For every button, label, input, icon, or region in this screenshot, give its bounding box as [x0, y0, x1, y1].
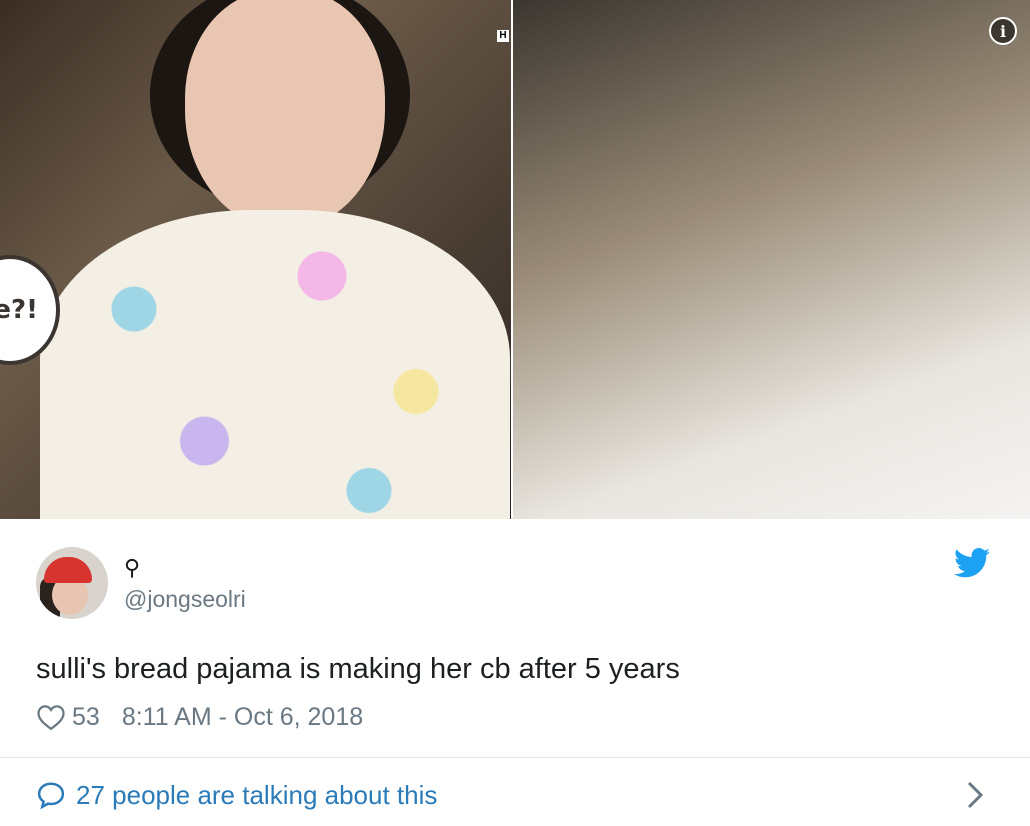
tweet-timestamp[interactable]: 8:11 AM - Oct 6, 2018	[122, 703, 363, 732]
speech-bubble-text: e?!	[0, 295, 38, 325]
tweet-meta: 53 8:11 AM - Oct 6, 2018	[36, 700, 363, 734]
heart-icon[interactable]	[36, 703, 66, 731]
like-count[interactable]: 53	[72, 703, 100, 732]
tweet-author[interactable]: ⚲ @jongseolri	[36, 547, 246, 619]
avatar-cap	[44, 557, 92, 583]
display-name[interactable]: ⚲	[124, 554, 246, 582]
reply-bubble-icon	[37, 782, 65, 810]
tweet-text: sulli's bread pajama is making her cb af…	[36, 653, 680, 685]
avatar[interactable]	[36, 547, 108, 619]
photo-left-pajama	[40, 210, 510, 519]
info-glyph: i	[999, 21, 1007, 41]
photo-right[interactable]	[513, 0, 1030, 519]
author-handle[interactable]: @jongseolri	[124, 586, 246, 613]
author-names: ⚲ @jongseolri	[124, 554, 246, 613]
tweet-media[interactable]: e?! H i	[0, 0, 1030, 519]
chevron-right-icon[interactable]	[966, 780, 984, 810]
talking-link[interactable]: 27 people are talking about this	[36, 777, 437, 813]
photo-left[interactable]: e?! H	[0, 0, 511, 519]
twitter-bird-icon[interactable]	[954, 548, 990, 578]
info-icon[interactable]: i	[989, 17, 1017, 45]
divider	[0, 757, 1030, 758]
hd-badge: H	[497, 30, 509, 42]
talking-label: 27 people are talking about this	[76, 779, 438, 810]
photo-left-face	[185, 0, 385, 230]
